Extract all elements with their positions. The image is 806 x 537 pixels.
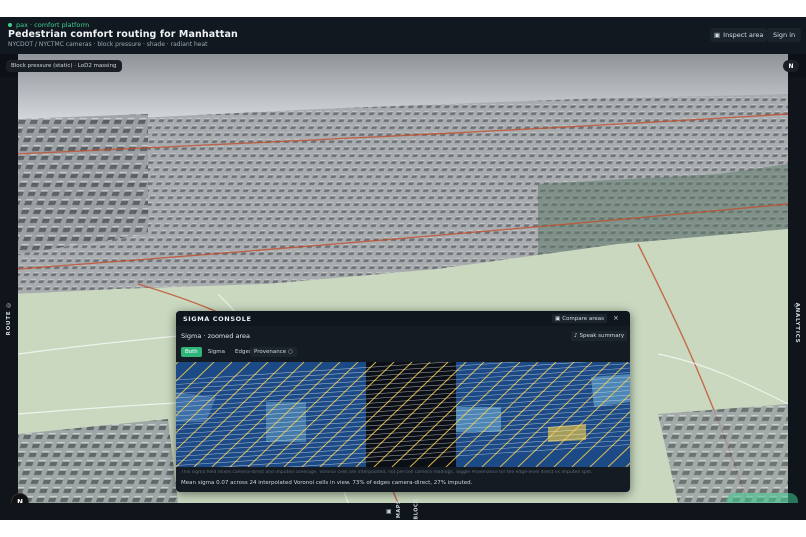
compare-areas-button[interactable]: ▣ Compare areas [552,314,608,323]
brand-tag: pax · comfort platform [8,21,89,29]
app-window: pax · comfort platform Pedestrian comfor… [0,17,806,520]
route-rail[interactable]: ◎ ROUTE [0,77,18,503]
sigma-voronoi-view[interactable] [176,362,630,467]
block-tab[interactable]: BLOCK [414,498,420,519]
compare-areas-label: Compare areas [562,315,605,322]
inspect-area-button[interactable]: ▣ Inspect area [710,28,768,42]
speak-summary-button[interactable]: ♪ Speak summary [571,331,628,341]
square-icon: ▣ [714,31,721,39]
route-rail-label: ROUTE [6,310,12,336]
close-icon[interactable]: × [613,314,619,322]
layer-status-pill: Block pressure (static) · LoD2 massing [6,60,122,72]
brand-label: pax · comfort platform [16,21,90,29]
tab-both[interactable]: Both [181,347,202,357]
sigma-console-panel: SIGMA CONSOLE ▣ Compare areas × Sigma · … [176,311,630,492]
page-title: Pedestrian comfort routing for Manhattan [8,29,238,40]
console-title: SIGMA CONSOLE [183,315,252,323]
speak-summary-label: Speak summary [579,333,625,339]
console-header: SIGMA CONSOLE ▣ Compare areas × [176,311,630,326]
sigma-summary: Mean sigma 0.07 across 24 interpolated V… [181,480,473,486]
provenance-note: This sigma field mixes camera-direct and… [181,470,593,475]
top-header: pax · comfort platform Pedestrian comfor… [0,17,806,54]
tab-sigma[interactable]: Sigma [204,347,229,357]
page-subtitle: NYCDOT / NYCTMC cameras · block pressure… [8,41,208,48]
circle-icon: ○ [288,349,293,355]
compass-north-button[interactable]: N [783,60,799,72]
speaker-icon: ♪ [574,333,578,339]
status-dot-icon [8,23,12,27]
bottom-bar: ▣ MAPS BLOCK [0,498,806,520]
analytics-rail[interactable]: ◇ ANALYTICS [788,77,806,503]
maps-icon: ▣ [386,508,392,515]
square-icon: ▣ [555,315,561,322]
maps-tab[interactable]: MAPS [396,500,402,518]
sign-in-button[interactable]: Sign in [767,28,802,42]
provenance-label: Provenance [254,349,287,355]
analytics-rail-label: ANALYTICS [794,302,800,344]
inspect-area-label: Inspect area [723,31,764,39]
provenance-toggle[interactable]: Provenance ○ [250,347,297,357]
console-subtitle: Sigma · zoomed area [181,332,250,340]
console-tabs: Both Sigma Edges [181,347,256,357]
